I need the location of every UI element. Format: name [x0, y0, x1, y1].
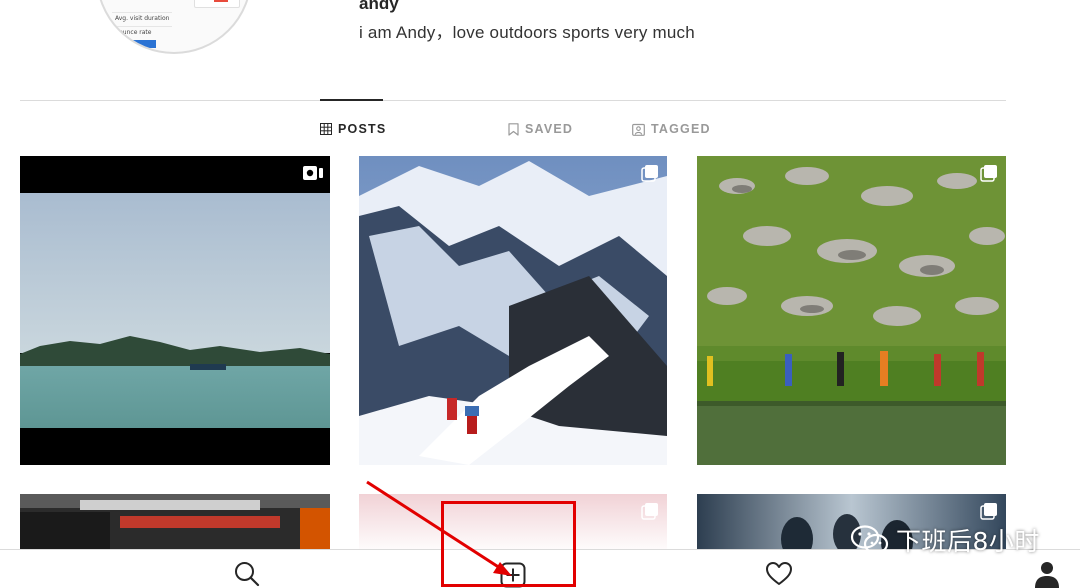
post-tile[interactable] — [359, 156, 667, 465]
post-tile[interactable] — [20, 156, 330, 465]
post-tile[interactable] — [20, 494, 330, 554]
active-tab-indicator — [320, 99, 383, 101]
search-icon[interactable] — [233, 560, 261, 588]
multiple-photos-icon — [641, 503, 658, 520]
bookmark-icon — [508, 122, 519, 136]
watermark-text: 下班后8小时 — [896, 527, 1040, 556]
multiple-photos-icon — [980, 503, 997, 520]
annotation-highlight-box — [441, 501, 576, 587]
profile-divider — [20, 100, 1006, 101]
tagged-icon — [632, 123, 645, 136]
avatar-text-1: Avg. visit duration — [115, 15, 170, 22]
tab-posts[interactable]: POSTS — [320, 121, 386, 137]
tab-tagged-label: TAGGED — [651, 122, 711, 136]
post-image — [20, 494, 330, 554]
multiple-photos-icon — [641, 165, 658, 182]
tab-saved-label: SAVED — [525, 122, 574, 136]
wechat-icon — [850, 525, 889, 555]
profile-avatar[interactable]: Avg. visit duration Bounce rate — [96, 0, 252, 54]
profile-icon[interactable] — [1034, 560, 1060, 588]
tab-posts-label: POSTS — [338, 122, 387, 136]
watermark: 下班后8小时 — [850, 522, 1040, 558]
profile-username: andy — [359, 0, 399, 13]
avatar-text-2: Bounce rate — [115, 29, 152, 36]
post-tile[interactable] — [697, 156, 1006, 465]
video-icon — [303, 166, 323, 180]
profile-bio: i am Andy，love outdoors sports very much — [359, 23, 695, 42]
grid-icon — [320, 123, 332, 135]
snow-mountain-image — [359, 156, 667, 465]
tab-tagged[interactable]: TAGGED — [632, 121, 711, 137]
hikers-meadow-image — [697, 156, 1006, 465]
multiple-photos-icon — [980, 165, 997, 182]
tab-saved[interactable]: SAVED — [508, 121, 573, 137]
lake-image — [20, 156, 330, 465]
activity-heart-icon[interactable] — [765, 561, 793, 587]
